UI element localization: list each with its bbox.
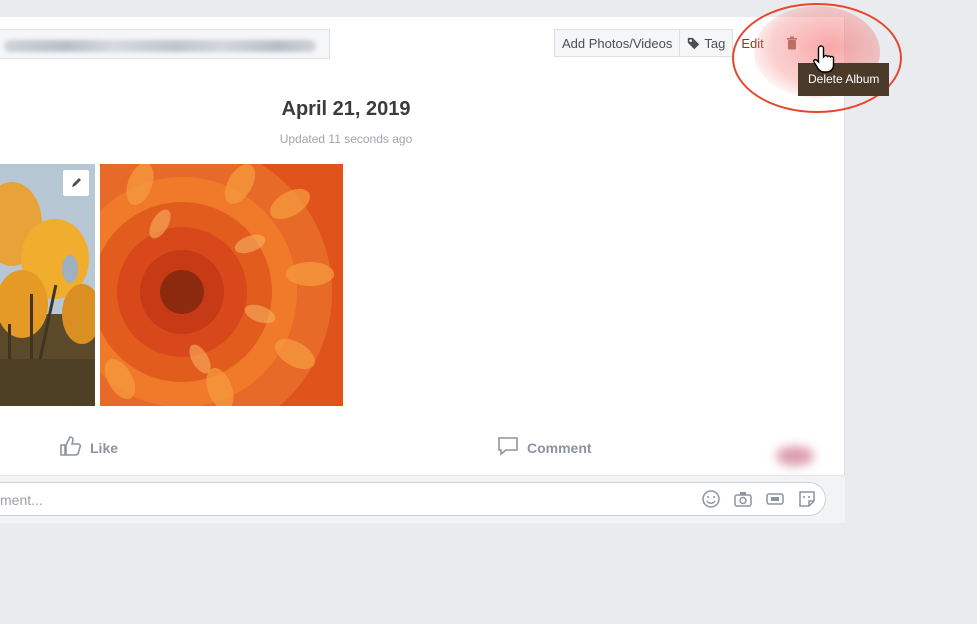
pencil-icon [70, 177, 82, 189]
post-actions: Like Comment [0, 432, 845, 466]
tag-button[interactable]: Tag [680, 29, 734, 57]
camera-icon[interactable] [733, 489, 753, 509]
emoji-icon[interactable] [701, 489, 721, 509]
album-card: Add Photos/Videos Tag Edit April 21, 201… [0, 17, 845, 523]
blurred-avatar [776, 446, 814, 466]
comment-bar: ment... [0, 475, 845, 523]
comment-icons [701, 489, 817, 509]
comment-button[interactable]: Comment [497, 436, 592, 459]
hand-cursor-icon [813, 44, 839, 79]
tag-icon [687, 37, 700, 50]
delete-album-tooltip: Delete Album [798, 58, 890, 96]
comment-label: Comment [527, 439, 592, 456]
gif-icon[interactable] [765, 489, 785, 509]
breadcrumb-blurred [0, 29, 330, 59]
comment-icon [497, 436, 519, 459]
photo-tulips[interactable] [0, 164, 95, 406]
comment-input[interactable]: ment... [0, 482, 826, 516]
tag-label: Tag [704, 35, 726, 51]
comment-placeholder: ment... [0, 492, 43, 508]
blurred-text [4, 40, 316, 52]
like-label: Like [90, 439, 119, 456]
add-photos-label: Add Photos/Videos [562, 35, 673, 51]
page: Add Photos/Videos Tag Edit April 21, 201… [0, 0, 977, 624]
album-title: April 21, 2019 [281, 98, 411, 120]
like-button[interactable]: Like [60, 436, 118, 459]
sticker-icon[interactable] [797, 489, 817, 509]
album-updated-timestamp: Updated 11 seconds ago [279, 132, 413, 146]
thumbs-up-icon [60, 436, 82, 459]
edit-photo-button[interactable] [63, 170, 89, 196]
add-photos-button[interactable]: Add Photos/Videos [554, 29, 681, 57]
photo-chrysanthemum[interactable] [100, 164, 343, 406]
